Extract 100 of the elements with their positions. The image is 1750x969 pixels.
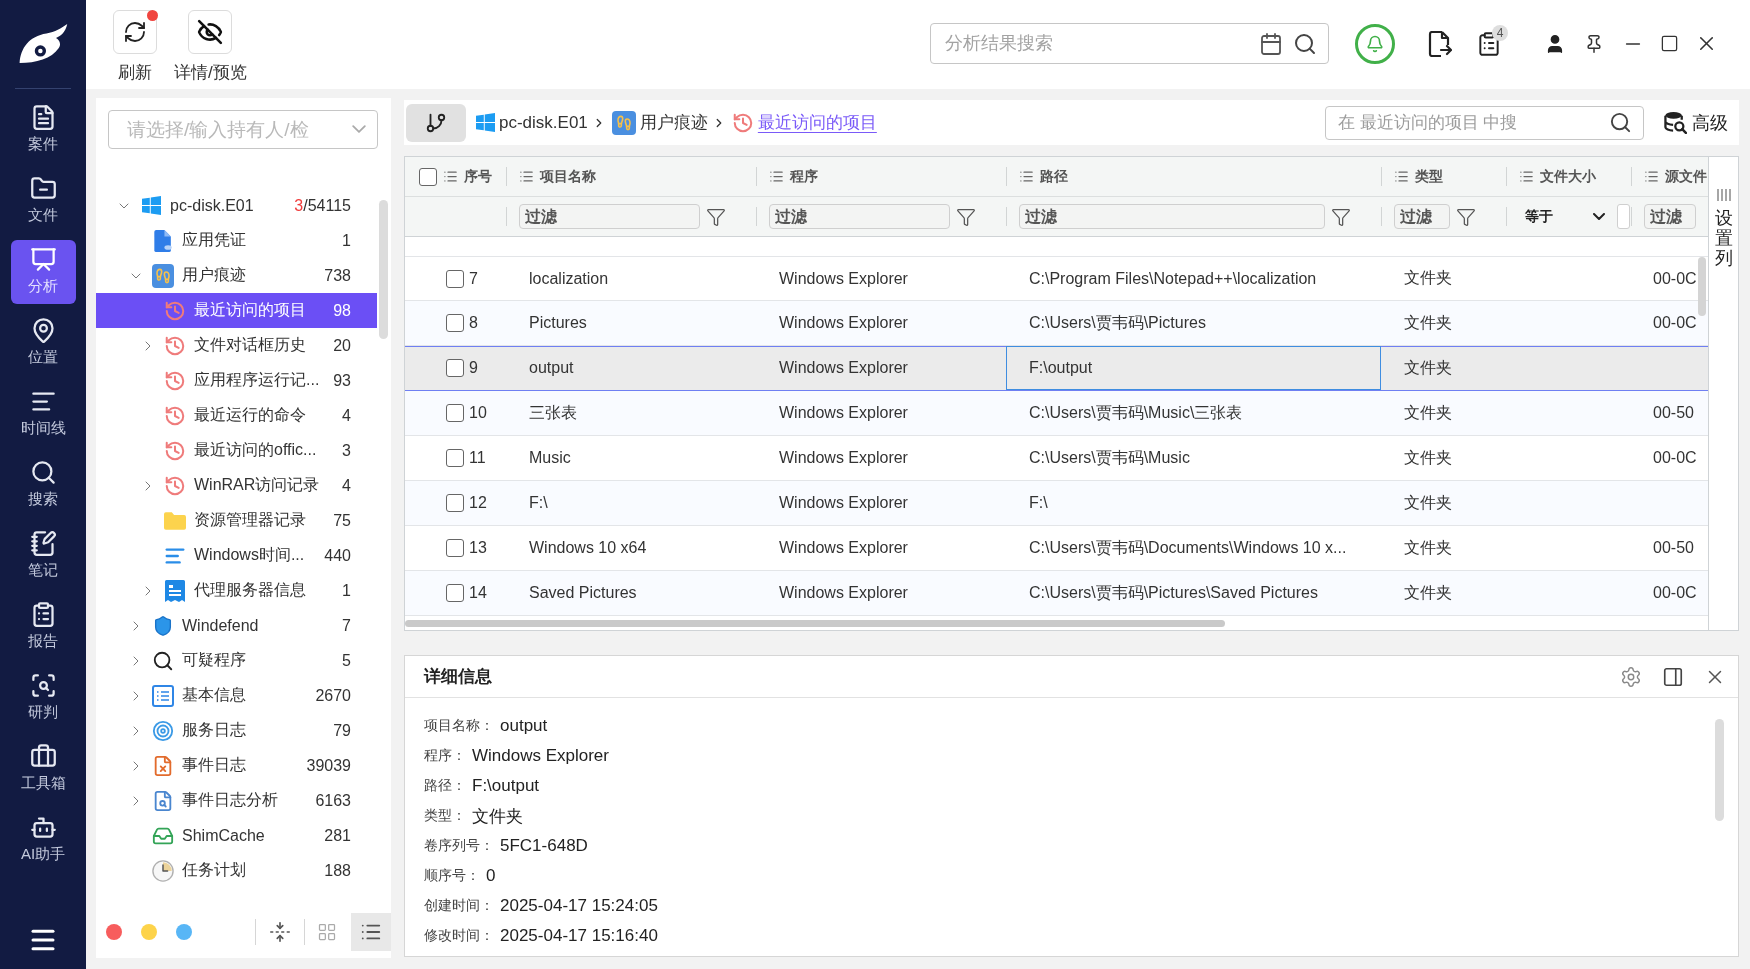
refresh-button[interactable]: 刷新 [113,10,157,83]
search-field[interactable]: 在 最近访问的项目 中搜 [1325,105,1644,140]
table-row[interactable]: 7 localization Windows Explorer C:\Program Files\Notepad++\localization 文件夹 00-0C [405,256,1708,301]
tree-item[interactable]: pc-disk.E01 3/54115 [96,188,377,223]
tree-item[interactable]: 最近访问的项目 98 [96,293,377,328]
filter-field[interactable]: 过滤 [1644,204,1696,229]
list-view-button[interactable] [350,913,391,951]
column-header[interactable]: 路径 [1040,167,1068,186]
scrollbar-thumb[interactable] [1715,719,1724,821]
tree-item[interactable]: 应用凭证 1 [96,223,377,258]
nav-item[interactable]: AI助手 [10,808,76,872]
breadcrumb-link[interactable]: 最近访问的项目 [757,111,877,134]
tree-item[interactable]: 事件日志分析 6163 [96,783,377,818]
nav-item[interactable]: 时间线 [10,382,76,446]
tree-item[interactable]: 用户痕迹 738 [96,258,377,293]
table-row[interactable]: 10 三张表 Windows Explorer C:\Users\贾韦码\Music\三张表 文件夹 00-50 [405,391,1708,436]
nav-item[interactable]: 报告 [10,595,76,659]
scrollbar-thumb[interactable] [405,620,1225,627]
list-icon[interactable] [443,169,458,184]
collapse-icon[interactable] [268,921,291,943]
nav-item[interactable]: 工具箱 [10,737,76,801]
operator-select[interactable]: 等于 [1519,207,1605,226]
nav-item[interactable]: 分析 [10,240,76,304]
clipboard-icon[interactable] [1476,30,1502,57]
tree-item[interactable]: 可疑程序 5 [96,643,377,678]
row-checkbox[interactable] [446,269,464,288]
column-header[interactable]: 类型 [1415,167,1443,186]
tree-item[interactable]: 最近访问的offic... 3 [96,433,377,468]
scrollbar-thumb[interactable] [1698,257,1706,316]
bell-icon[interactable] [1355,23,1395,64]
column-header[interactable]: 程序 [790,167,818,186]
branch-button[interactable] [406,103,466,142]
color-tag-icon[interactable] [106,924,122,940]
tree-item[interactable]: ShimCache 281 [96,818,377,853]
tree-item[interactable]: Windefend 7 [96,608,377,643]
tree-item[interactable]: 任务计划 188 [96,853,377,888]
nav-item[interactable]: 笔记 [10,524,76,588]
list-icon[interactable] [1644,169,1659,184]
tree-item[interactable]: 基本信息 2670 [96,678,377,713]
preview-button[interactable]: 详情/预览 [174,10,247,83]
tree-item[interactable]: 事件日志 39039 [96,748,377,783]
nav-item[interactable]: 案件 [10,98,76,162]
nav-item[interactable]: 搜索 [10,453,76,517]
row-checkbox[interactable] [446,539,464,557]
color-tag-icon[interactable] [141,924,157,940]
filter-icon[interactable] [1456,206,1476,227]
list-icon[interactable] [769,169,784,184]
table-row[interactable]: 8 Pictures Windows Explorer C:\Users\贾韦码\Pictures 文件夹 00-0C [405,301,1708,346]
nav-item[interactable]: 研判 [10,666,76,730]
breadcrumb-item[interactable]: pc-disk.E01 [499,111,588,134]
select-all-checkbox[interactable] [419,167,437,186]
evidence-select[interactable]: 请选择/输入持有人/检 [108,110,378,149]
list-icon[interactable] [1519,169,1534,184]
table-row[interactable]: 9 output Windows Explorer F:\output 文件夹 [405,346,1708,391]
size-field[interactable] [1617,204,1630,229]
table-row[interactable]: 14 Saved Pictures Windows Explorer C:\Users\贾韦码\Pictures\Saved Pictures 文件夹 00-0C [405,571,1708,616]
tree-item[interactable]: 应用程序运行记... 93 [96,363,377,398]
nav-item[interactable]: 位置 [10,311,76,375]
nav-item[interactable]: 文件 [10,169,76,233]
row-checkbox[interactable] [446,494,464,512]
file-export-icon[interactable] [1428,30,1452,57]
tree-item[interactable]: 代理服务器信息 1 [96,573,377,608]
search-field[interactable]: 分析结果搜索 [930,23,1329,64]
row-checkbox[interactable] [446,449,464,467]
color-tag-icon[interactable] [176,924,192,940]
tree-item[interactable]: 资源管理器记录 75 [96,503,377,538]
maximize-icon[interactable] [1660,34,1679,53]
tree-item[interactable]: WinRAR访问记录 4 [96,468,377,503]
column-header[interactable]: 源文件 [1665,167,1707,186]
tree-item[interactable]: Windows时间... 440 [96,538,377,573]
column-header[interactable]: 文件大小 [1540,167,1596,186]
filter-icon[interactable] [956,206,976,227]
panel-icon[interactable] [1662,665,1684,688]
tree-item[interactable]: 服务日志 79 [96,713,377,748]
filter-icon[interactable] [1331,206,1351,227]
advanced-button[interactable]: 高级 [1664,110,1728,135]
filter-field[interactable]: 过滤 [519,204,700,229]
table-row[interactable]: 12 F:\ Windows Explorer F:\ 文件夹 [405,481,1708,526]
search-icon[interactable] [1293,31,1317,56]
settings-icon[interactable] [1620,665,1642,688]
breadcrumb-item[interactable]: 用户痕迹 [639,111,708,134]
search-icon[interactable] [1609,111,1632,134]
calendar-icon[interactable] [1259,31,1283,56]
row-checkbox[interactable] [446,584,464,602]
filter-field[interactable]: 过滤 [1019,204,1325,229]
tree-item[interactable]: 最近运行的命令 4 [96,398,377,433]
row-checkbox[interactable] [446,359,464,377]
list-icon[interactable] [1394,169,1409,184]
list-icon[interactable] [519,169,534,184]
scrollbar-thumb[interactable] [379,200,388,339]
column-header[interactable]: 序号 [464,167,492,186]
filter-icon[interactable] [706,206,726,227]
column-header[interactable]: 项目名称 [540,167,596,186]
row-checkbox[interactable] [446,404,464,422]
row-checkbox[interactable] [446,314,464,332]
filter-field[interactable]: 过滤 [1394,204,1450,229]
list-icon[interactable] [1019,169,1034,184]
filter-field[interactable]: 过滤 [769,204,950,229]
tree-item[interactable]: 文件对话框历史 20 [96,328,377,363]
pin-icon[interactable] [1584,33,1604,54]
